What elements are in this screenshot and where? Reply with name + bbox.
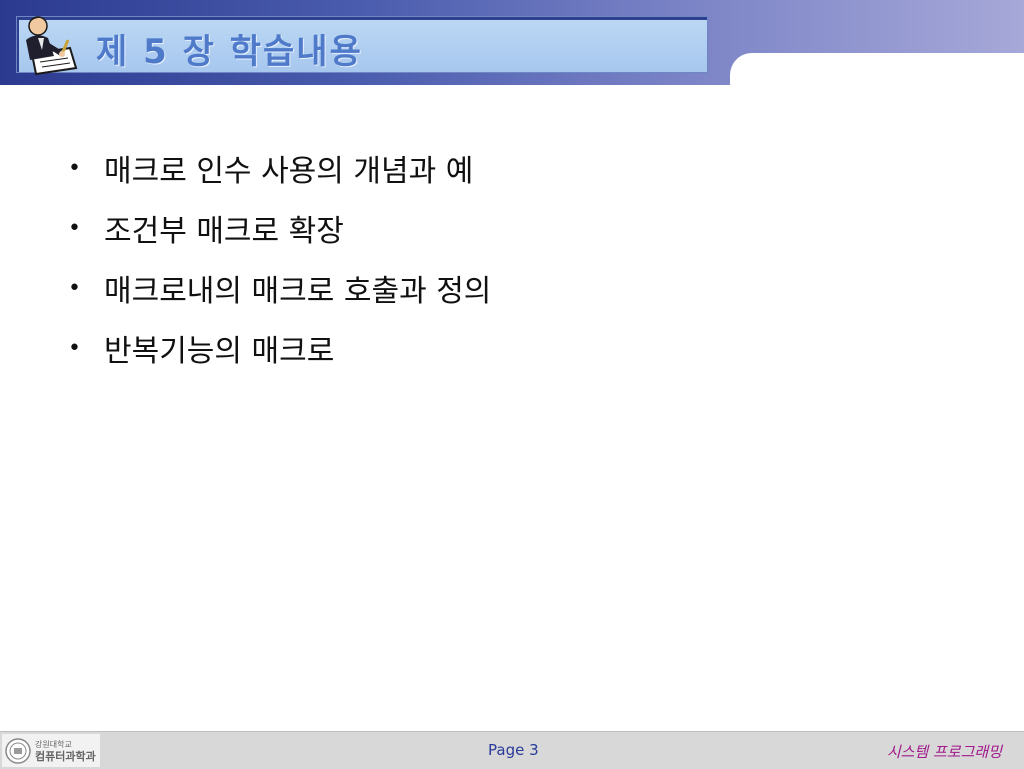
bullet-dot: • bbox=[68, 275, 81, 301]
bullet-dot: • bbox=[68, 155, 81, 181]
bullet-item: • 반복기능의 매크로 bbox=[60, 318, 960, 378]
bullet-dot: • bbox=[68, 335, 81, 361]
course-name: 시스템 프로그래밍 bbox=[886, 743, 1002, 761]
bullet-item: • 매크로 인수 사용의 개념과 예 bbox=[60, 138, 960, 198]
department-logo: 강원대학교 컴퓨터과학과 bbox=[2, 734, 100, 767]
bullet-list: • 매크로 인수 사용의 개념과 예 • 조건부 매크로 확장 • 매크로내의 … bbox=[60, 138, 960, 378]
bullet-item: • 매크로내의 매크로 호출과 정의 bbox=[60, 258, 960, 318]
bullet-dot: • bbox=[68, 215, 81, 241]
page-number: Page 3 bbox=[488, 741, 539, 759]
bullet-text: 조건부 매크로 확장 bbox=[104, 214, 344, 249]
logo-department-name: 컴퓨터과학과 bbox=[35, 749, 96, 763]
writer-clipart-icon bbox=[18, 10, 78, 76]
logo-university-name: 강원대학교 bbox=[35, 739, 72, 749]
bullet-item: • 조건부 매크로 확장 bbox=[60, 198, 960, 258]
bullet-text: 매크로내의 매크로 호출과 정의 bbox=[104, 274, 492, 309]
header-tab bbox=[730, 53, 1024, 93]
footer-bar: 강원대학교 컴퓨터과학과 Page 3 시스템 프로그래밍 bbox=[0, 731, 1024, 769]
slide-title: 제 5 장 학습내용 bbox=[96, 32, 363, 72]
university-seal-icon bbox=[5, 737, 31, 764]
bullet-text: 반복기능의 매크로 bbox=[104, 334, 335, 369]
bullet-text: 매크로 인수 사용의 개념과 예 bbox=[104, 154, 474, 189]
